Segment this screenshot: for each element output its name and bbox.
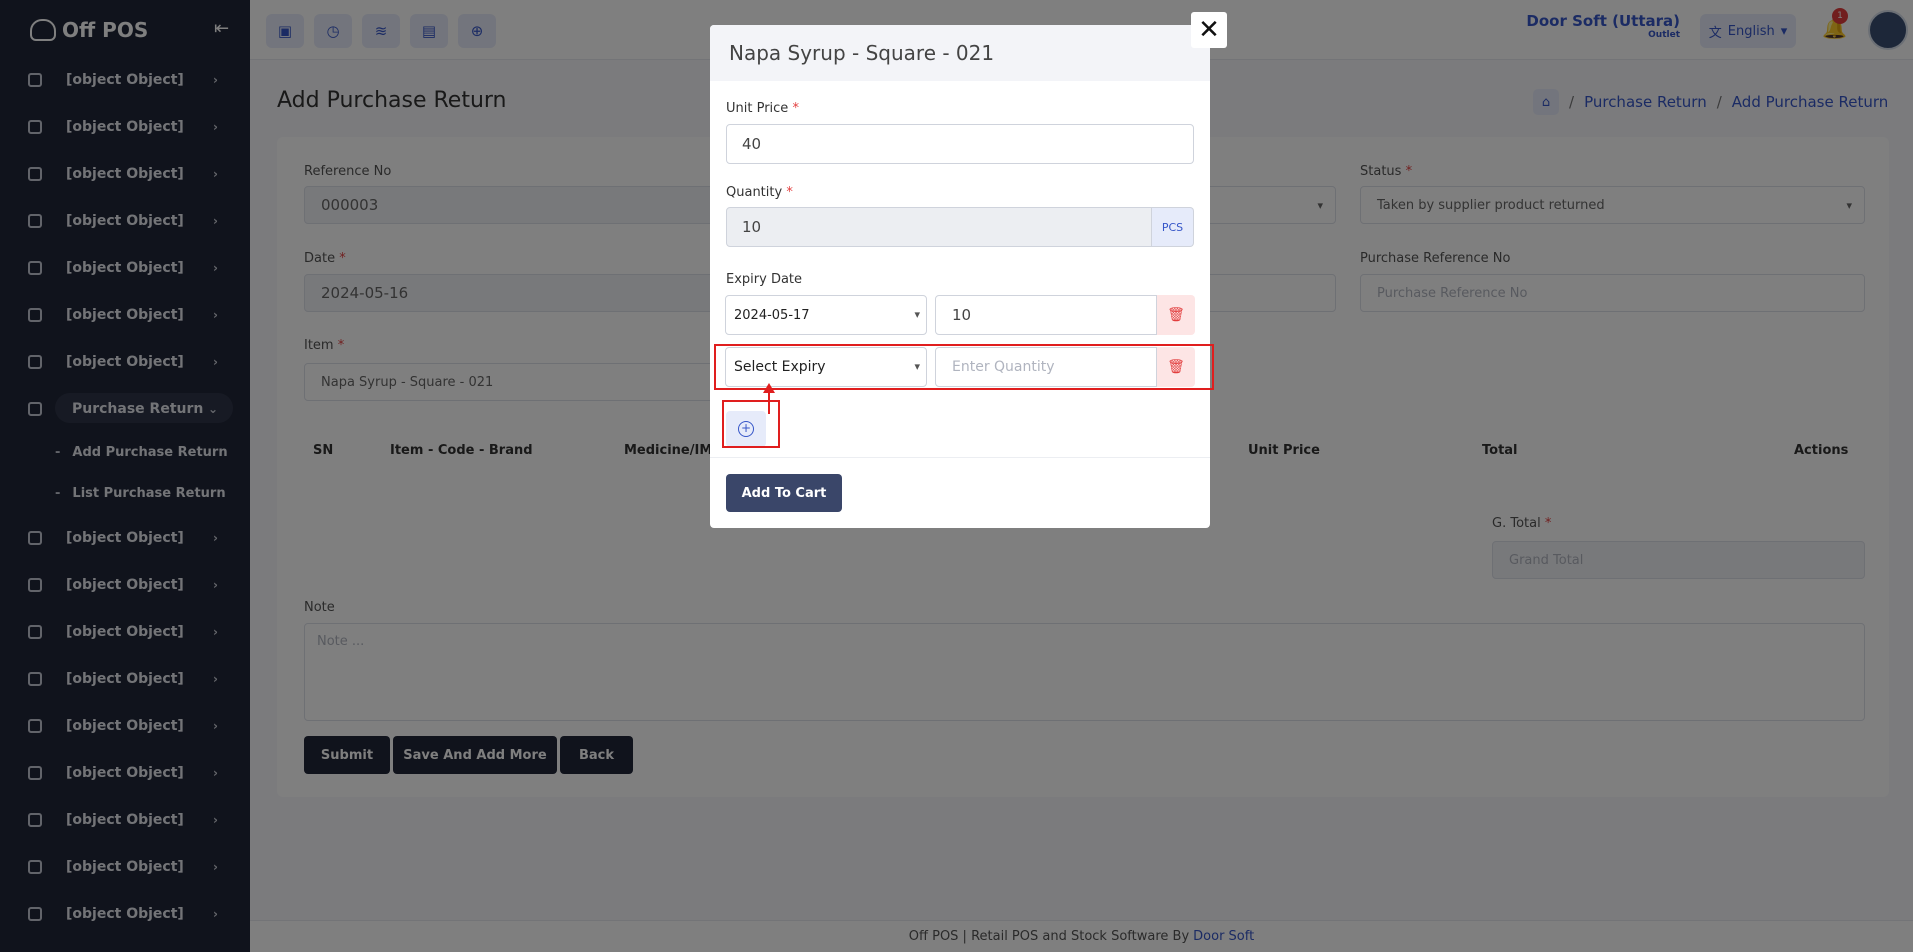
highlight-add-button bbox=[722, 400, 780, 448]
highlight-expiry-row bbox=[714, 344, 1214, 390]
quantity-label: Quantity * bbox=[726, 185, 793, 200]
expiry-date-label: Expiry Date bbox=[726, 272, 803, 287]
unit-badge: PCS bbox=[1152, 207, 1194, 247]
expiry-quantity-input[interactable]: 10 bbox=[935, 295, 1157, 335]
unit-price-input[interactable]: 40 bbox=[726, 124, 1194, 164]
arrow-line bbox=[768, 392, 770, 414]
quantity-input: 10 bbox=[726, 207, 1152, 247]
trash-icon: 🗑 bbox=[1167, 307, 1185, 323]
close-icon[interactable]: ✕ bbox=[1191, 12, 1227, 48]
delete-row-button[interactable]: 🗑 bbox=[1157, 295, 1195, 335]
expiry-date-select[interactable]: 2024-05-17 bbox=[725, 295, 927, 335]
unit-price-label: Unit Price * bbox=[726, 101, 799, 116]
modal-title: Napa Syrup - Square - 021 bbox=[710, 25, 1210, 81]
expiry-modal: Napa Syrup - Square - 021 Unit Price * 4… bbox=[710, 25, 1210, 528]
add-to-cart-button[interactable]: Add To Cart bbox=[726, 474, 842, 512]
